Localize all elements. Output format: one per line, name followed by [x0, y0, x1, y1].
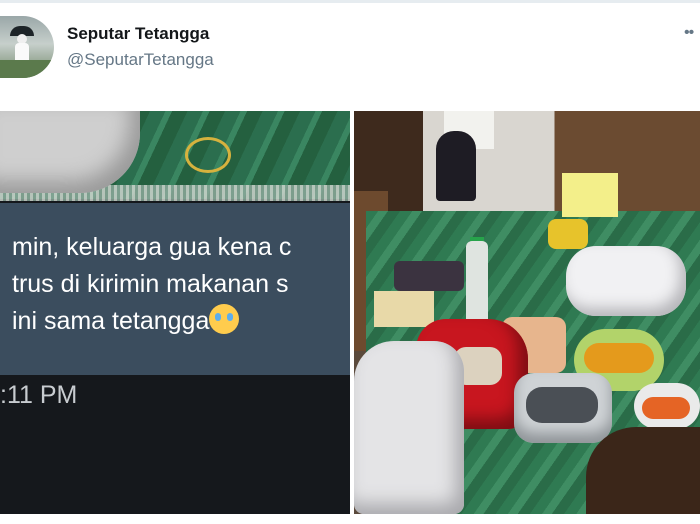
rubber-band — [185, 137, 231, 173]
person — [436, 131, 476, 201]
chair-right — [586, 427, 700, 514]
display-name[interactable]: Seputar Tetangga — [67, 24, 209, 44]
snack-tray — [394, 261, 464, 291]
white-plastic-bag — [566, 246, 686, 316]
sambal — [642, 397, 690, 419]
large-white-bag — [354, 341, 464, 514]
soup — [584, 343, 654, 373]
top-divider — [0, 0, 700, 3]
yellow-container — [562, 173, 618, 217]
chat-timestamp: :11 PM — [0, 381, 78, 409]
avatar-grass — [0, 60, 54, 78]
fruit-pack — [548, 219, 588, 249]
crying-face-emoji-icon — [209, 304, 240, 334]
media-image-chat-screenshot[interactable]: min, keluarga gua kena c trus di kirimin… — [0, 111, 350, 514]
avatar[interactable] — [0, 16, 54, 78]
container-contents — [526, 387, 598, 423]
snack-box — [374, 291, 434, 327]
chat-message: min, keluarga gua kena c trus di kirimin… — [12, 229, 342, 340]
chat-message-text: min, keluarga gua kena c trus di kirimin… — [12, 233, 292, 335]
water-bottle — [466, 241, 488, 325]
more-options-icon[interactable]: •• — [684, 24, 694, 42]
media-image-food-table[interactable] — [354, 111, 700, 514]
user-handle[interactable]: @SeputarTetangga — [67, 50, 214, 70]
tweet-media[interactable]: min, keluarga gua kena c trus di kirimin… — [0, 111, 700, 514]
